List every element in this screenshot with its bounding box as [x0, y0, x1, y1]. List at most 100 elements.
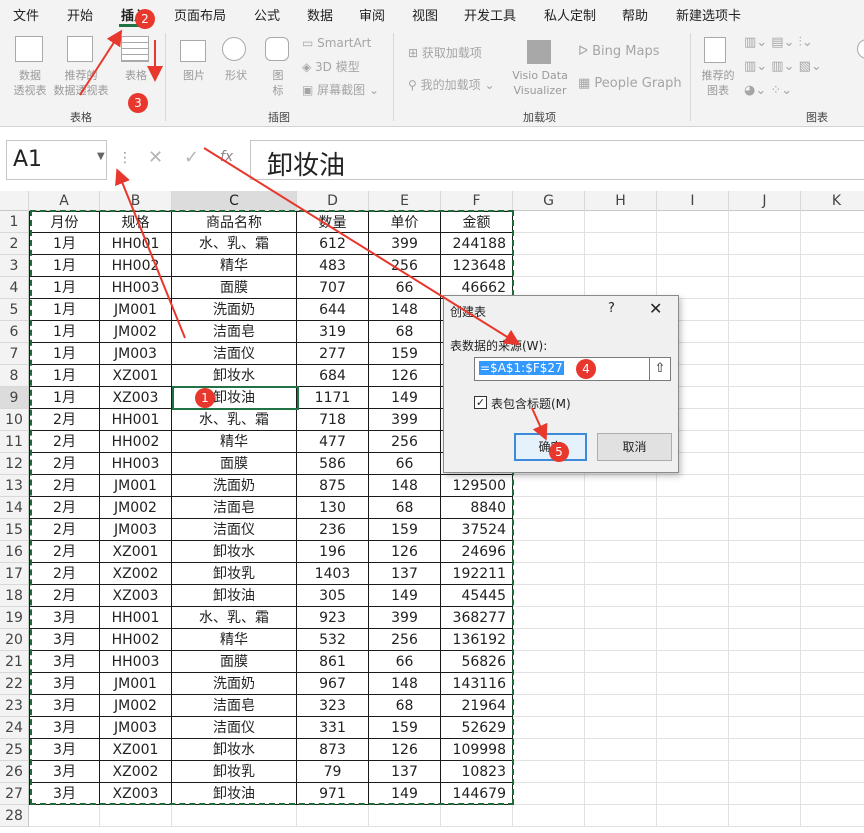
table-cell[interactable]: 洁面皂 [172, 321, 297, 343]
empty-cell[interactable] [801, 475, 864, 497]
table-cell[interactable]: JM003 [100, 717, 172, 739]
empty-cell[interactable] [585, 651, 657, 673]
table-cell[interactable]: 861 [297, 651, 369, 673]
table-cell[interactable]: 洗面奶 [172, 475, 297, 497]
icons-button[interactable]: 图 标 [268, 68, 288, 98]
3d-model-button[interactable]: ◈ 3D 模型 [302, 58, 360, 75]
table-cell[interactable]: 123648 [441, 255, 513, 277]
table-cell[interactable]: 洁面仪 [172, 519, 297, 541]
name-box[interactable]: A1 ▼ [6, 140, 107, 180]
empty-cell[interactable] [585, 563, 657, 585]
table-cell[interactable]: 126 [369, 365, 441, 387]
table-cell[interactable]: 2月 [29, 409, 100, 431]
bing-maps-button[interactable]: ᐅ Bing Maps [578, 44, 660, 59]
line-chart-button[interactable]: ▥⌄ ▥⌄ ▧⌄ [744, 59, 822, 74]
empty-cell[interactable] [585, 211, 657, 233]
table-cell[interactable]: 256 [369, 629, 441, 651]
empty-cell[interactable] [729, 761, 801, 783]
empty-cell[interactable] [585, 233, 657, 255]
table-header-cell[interactable]: 月份 [29, 211, 100, 233]
table-cell[interactable]: 137 [369, 761, 441, 783]
table-cell[interactable]: 319 [297, 321, 369, 343]
empty-cell[interactable] [729, 629, 801, 651]
tab-developer[interactable]: 开发工具 [464, 5, 516, 24]
table-cell[interactable]: 卸妆乳 [172, 761, 297, 783]
empty-cell[interactable] [801, 695, 864, 717]
empty-cell[interactable] [585, 739, 657, 761]
table-cell[interactable]: 3月 [29, 651, 100, 673]
table-cell[interactable]: 129500 [441, 475, 513, 497]
empty-cell[interactable] [657, 673, 729, 695]
table-cell[interactable]: HH002 [100, 255, 172, 277]
table-cell[interactable]: 159 [369, 717, 441, 739]
empty-cell[interactable] [585, 805, 657, 827]
table-cell[interactable]: 79 [297, 761, 369, 783]
table-cell[interactable]: 3月 [29, 739, 100, 761]
pie-chart-button[interactable]: ◕⌄ ⁘⌄ [744, 83, 792, 98]
table-cell[interactable]: 8840 [441, 497, 513, 519]
table-cell[interactable]: 精华 [172, 629, 297, 651]
row-header[interactable]: 18 [0, 585, 29, 607]
pivot-table-button[interactable]: 数据 透视表 [8, 68, 52, 98]
table-header-cell[interactable]: 规格 [100, 211, 172, 233]
empty-cell[interactable] [801, 541, 864, 563]
empty-cell[interactable] [441, 805, 513, 827]
table-cell[interactable]: 612 [297, 233, 369, 255]
row-header[interactable]: 2 [0, 233, 29, 255]
table-cell[interactable]: HH002 [100, 431, 172, 453]
table-cell[interactable]: 873 [297, 739, 369, 761]
table-cell[interactable]: HH003 [100, 651, 172, 673]
empty-cell[interactable] [801, 453, 864, 475]
empty-cell[interactable] [801, 321, 864, 343]
table-cell[interactable]: 68 [369, 695, 441, 717]
table-cell[interactable]: 277 [297, 343, 369, 365]
tab-page-layout[interactable]: 页面布局 [174, 5, 226, 24]
table-cell[interactable]: 卸妆油 [172, 783, 297, 805]
table-cell[interactable]: 卸妆乳 [172, 563, 297, 585]
empty-cell[interactable] [657, 497, 729, 519]
table-cell[interactable]: XZ002 [100, 563, 172, 585]
empty-cell[interactable] [513, 519, 585, 541]
empty-cell[interactable] [729, 365, 801, 387]
empty-cell[interactable] [513, 651, 585, 673]
empty-cell[interactable] [801, 431, 864, 453]
row-header[interactable]: 14 [0, 497, 29, 519]
table-cell[interactable]: 236 [297, 519, 369, 541]
empty-cell[interactable] [585, 519, 657, 541]
tab-formulas[interactable]: 公式 [254, 5, 280, 24]
tab-data[interactable]: 数据 [307, 5, 333, 24]
table-cell[interactable]: 159 [369, 343, 441, 365]
table-cell[interactable]: XZ003 [100, 585, 172, 607]
table-cell[interactable]: HH002 [100, 629, 172, 651]
table-header-cell[interactable]: 数量 [297, 211, 369, 233]
empty-cell[interactable] [513, 211, 585, 233]
insert-function-icon[interactable]: fx [220, 149, 233, 165]
empty-cell[interactable] [729, 717, 801, 739]
table-cell[interactable]: XZ001 [100, 541, 172, 563]
empty-cell[interactable] [729, 233, 801, 255]
table-cell[interactable]: 2月 [29, 453, 100, 475]
empty-cell[interactable] [513, 475, 585, 497]
row-header[interactable]: 13 [0, 475, 29, 497]
empty-cell[interactable] [657, 607, 729, 629]
empty-cell[interactable] [801, 233, 864, 255]
table-cell[interactable]: 143116 [441, 673, 513, 695]
empty-cell[interactable] [513, 717, 585, 739]
empty-cell[interactable] [657, 255, 729, 277]
close-icon[interactable]: ✕ [649, 299, 662, 318]
pictures-button[interactable]: 图片 [176, 68, 212, 83]
empty-cell[interactable] [729, 431, 801, 453]
table-cell[interactable]: JM003 [100, 343, 172, 365]
column-header[interactable]: I [657, 191, 729, 211]
tab-review[interactable]: 审阅 [359, 5, 385, 24]
empty-cell[interactable] [585, 783, 657, 805]
empty-cell[interactable] [657, 233, 729, 255]
empty-cell[interactable] [729, 453, 801, 475]
tab-file[interactable]: 文件 [13, 5, 39, 24]
table-cell[interactable]: 45445 [441, 585, 513, 607]
empty-cell[interactable] [657, 475, 729, 497]
empty-cell[interactable] [801, 299, 864, 321]
row-header[interactable]: 5 [0, 299, 29, 321]
table-cell[interactable]: HH003 [100, 453, 172, 475]
tab-view[interactable]: 视图 [412, 5, 438, 24]
